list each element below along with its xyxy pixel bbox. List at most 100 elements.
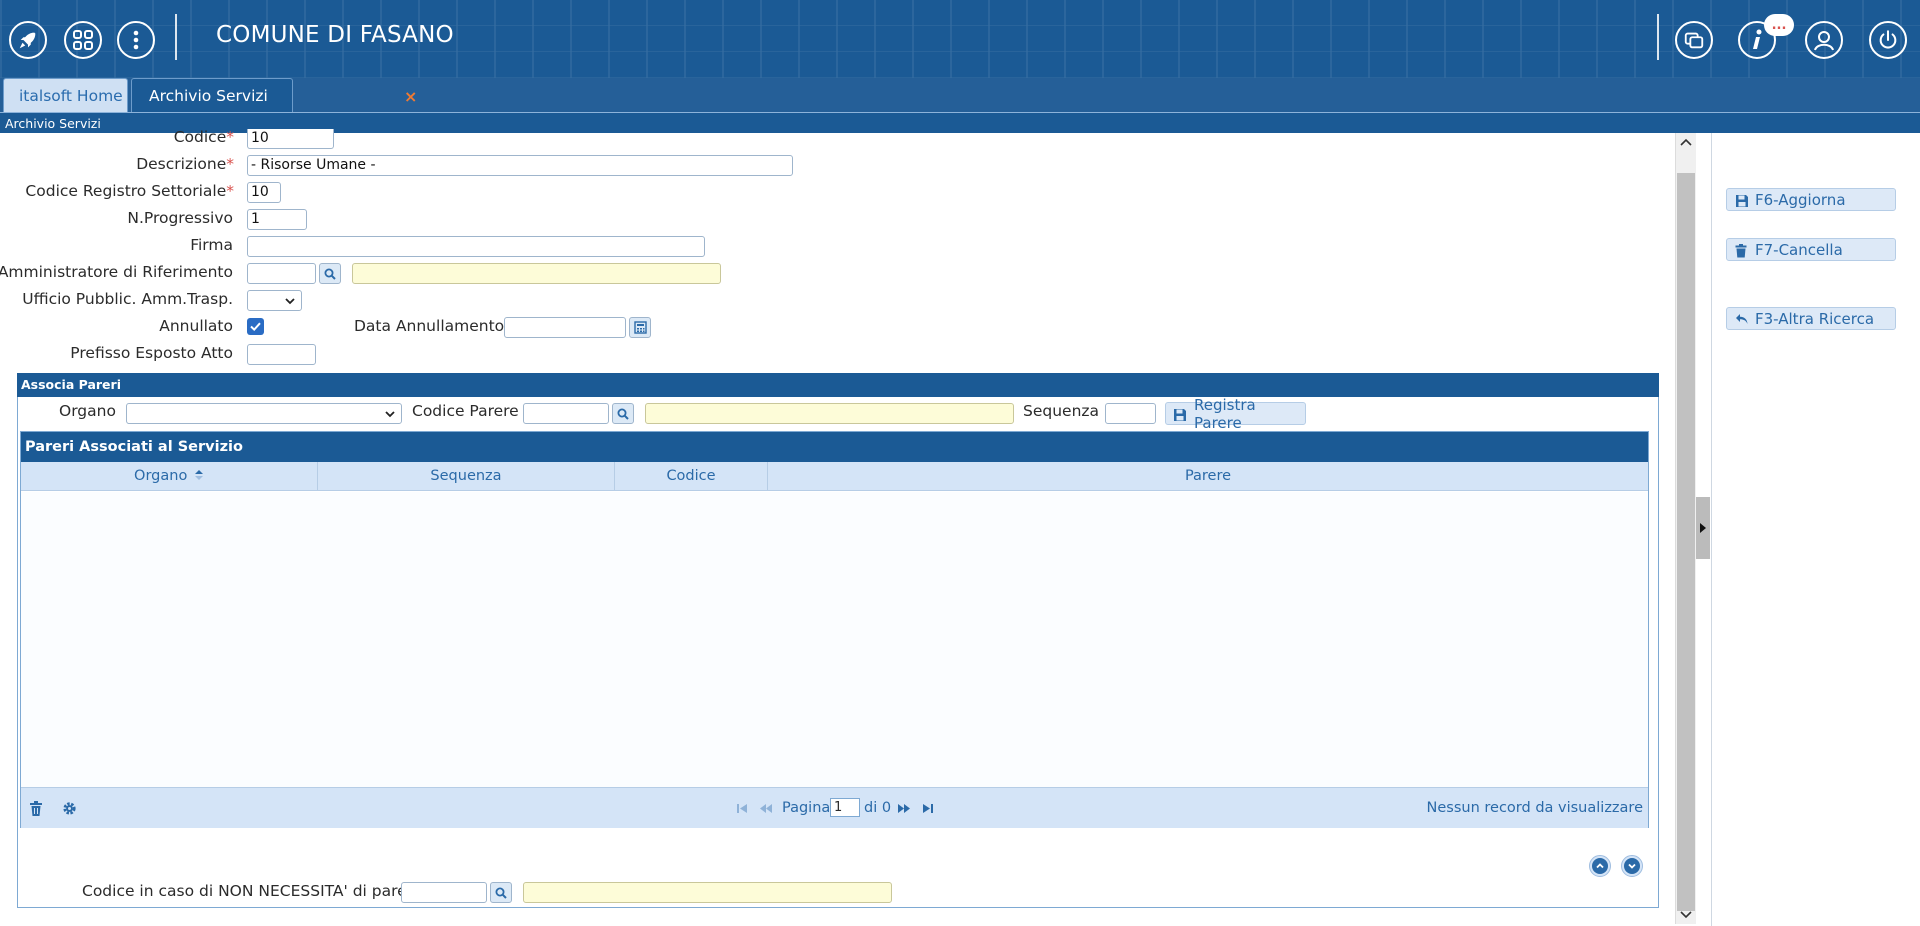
gear-icon[interactable] bbox=[62, 801, 77, 816]
search-icon bbox=[324, 268, 336, 280]
user-button[interactable] bbox=[1805, 21, 1843, 59]
column-header-codice[interactable]: Codice bbox=[615, 462, 768, 491]
column-header-organo[interactable]: Organo bbox=[21, 462, 318, 491]
sequenza-label: Sequenza bbox=[1023, 402, 1100, 420]
data-annullamento-field[interactable] bbox=[504, 317, 626, 338]
ufficio-label: Ufficio Pubblic. Amm.Trasp. bbox=[22, 290, 233, 308]
codice-registro-field[interactable]: 10 bbox=[247, 182, 281, 203]
aggiorna-button[interactable]: F6-Aggiorna bbox=[1726, 188, 1896, 211]
aggiorna-label: F6-Aggiorna bbox=[1755, 190, 1846, 209]
scroll-arrow-down-icon[interactable] bbox=[1680, 910, 1692, 920]
save-icon bbox=[1736, 195, 1748, 207]
amministratore-field[interactable] bbox=[247, 263, 316, 284]
search-icon bbox=[495, 887, 507, 899]
chevron-up-icon bbox=[1596, 863, 1604, 869]
windows-icon bbox=[1684, 32, 1704, 49]
more-menu-button[interactable] bbox=[117, 21, 155, 59]
rocket-button[interactable] bbox=[9, 21, 47, 59]
amministratore-label: Amministratore di Riferimento bbox=[0, 263, 233, 281]
sort-icon bbox=[194, 470, 203, 480]
top-bar: COMUNE DI FASANO ... bbox=[0, 0, 1920, 78]
non-necessita-field[interactable] bbox=[401, 882, 487, 903]
progressivo-field[interactable]: 1 bbox=[247, 209, 307, 230]
non-necessita-label: Codice in caso di NON NECESSITA' di pare… bbox=[82, 882, 423, 900]
grid-footer: Pagina 1 di 0 Nessun record da visualizz… bbox=[21, 787, 1648, 828]
first-page-icon[interactable] bbox=[736, 803, 748, 814]
next-page-icon[interactable] bbox=[897, 803, 911, 814]
required-mark: * bbox=[226, 128, 234, 146]
codice-parere-label: Codice Parere bbox=[412, 402, 519, 420]
last-page-icon[interactable] bbox=[922, 803, 934, 814]
grid-body bbox=[21, 492, 1648, 787]
codice-label: Codice* bbox=[173, 128, 234, 146]
windows-button[interactable] bbox=[1675, 21, 1713, 59]
column-header-parere[interactable]: Parere bbox=[768, 462, 1648, 491]
side-panel-handle[interactable] bbox=[1696, 497, 1710, 559]
data-annullamento-label: Data Annullamento bbox=[354, 317, 505, 335]
calculator-icon bbox=[633, 321, 647, 334]
sequenza-field[interactable] bbox=[1105, 403, 1156, 424]
user-icon bbox=[1814, 31, 1834, 51]
scrollbar-thumb[interactable] bbox=[1677, 173, 1695, 911]
organo-select[interactable] bbox=[126, 403, 402, 424]
app-title: COMUNE DI FASANO bbox=[216, 22, 454, 48]
prefisso-label: Prefisso Esposto Atto bbox=[70, 344, 233, 362]
annullato-checkbox[interactable] bbox=[247, 318, 264, 335]
scroll-arrow-up-icon[interactable] bbox=[1680, 137, 1692, 147]
header-divider-right bbox=[1657, 14, 1659, 60]
descrizione-field[interactable]: - Risorse Umane - bbox=[247, 155, 793, 176]
grid-header: Organo Sequenza Codice Parere bbox=[21, 462, 1648, 491]
annullato-label: Annullato bbox=[159, 317, 233, 335]
tab-archivio-servizi[interactable]: Archivio Servizi × bbox=[131, 78, 417, 112]
tab-label: italsoft Home bbox=[19, 86, 123, 105]
main-scrollbar[interactable] bbox=[1675, 133, 1696, 924]
tab-italsoft-home[interactable]: italsoft Home bbox=[3, 78, 128, 112]
altra-ricerca-label: F3-Altra Ricerca bbox=[1755, 309, 1875, 328]
chevron-down-icon bbox=[385, 411, 395, 418]
scroll-down-button[interactable] bbox=[1621, 855, 1643, 877]
firma-field[interactable] bbox=[247, 236, 705, 257]
ufficio-select[interactable] bbox=[247, 290, 302, 311]
apps-grid-icon bbox=[73, 30, 93, 50]
page-count: di 0 bbox=[864, 800, 892, 816]
rocket-icon bbox=[19, 32, 36, 49]
previous-page-icon[interactable] bbox=[759, 803, 773, 814]
non-necessita-description bbox=[523, 882, 892, 903]
scroll-up-button[interactable] bbox=[1589, 855, 1611, 877]
prefisso-field[interactable] bbox=[247, 344, 316, 365]
page-label: Pagina bbox=[782, 800, 831, 816]
descrizione-label: Descrizione* bbox=[136, 155, 234, 173]
codice-field[interactable]: 10 bbox=[247, 129, 334, 149]
registra-parere-button[interactable]: Registra Parere bbox=[1165, 396, 1306, 432]
empty-message: Nessun record da visualizzare bbox=[1426, 800, 1643, 816]
column-header-sequenza[interactable]: Sequenza bbox=[318, 462, 615, 491]
calendar-button[interactable] bbox=[629, 317, 651, 338]
undo-icon bbox=[1736, 314, 1748, 324]
cancella-button[interactable]: F7-Cancella bbox=[1726, 238, 1896, 261]
logout-button[interactable] bbox=[1869, 21, 1907, 59]
pareri-grid: Pareri Associati al Servizio Organo Sequ… bbox=[20, 431, 1649, 828]
apps-button[interactable] bbox=[64, 21, 102, 59]
progressivo-label: N.Progressivo bbox=[127, 209, 233, 227]
non-necessita-search-button[interactable] bbox=[490, 882, 512, 903]
power-icon bbox=[1879, 30, 1897, 49]
trash-icon bbox=[1735, 244, 1747, 258]
notification-badge[interactable]: ... bbox=[1764, 14, 1794, 36]
tab-close-icon[interactable]: × bbox=[404, 87, 417, 106]
required-mark: * bbox=[226, 155, 234, 173]
chevron-down-icon bbox=[1628, 863, 1636, 869]
grid-caption: Pareri Associati al Servizio bbox=[21, 432, 1648, 462]
page-number-input[interactable]: 1 bbox=[830, 798, 860, 817]
chevron-down-icon bbox=[285, 298, 295, 305]
delete-row-icon[interactable] bbox=[29, 801, 43, 817]
altra-ricerca-button[interactable]: F3-Altra Ricerca bbox=[1726, 307, 1896, 330]
firma-label: Firma bbox=[190, 236, 233, 254]
codice-parere-field[interactable] bbox=[523, 403, 609, 424]
amministratore-description bbox=[352, 263, 721, 284]
caret-right-icon bbox=[1700, 523, 1706, 533]
codice-registro-label: Codice Registro Settoriale* bbox=[25, 182, 234, 200]
amministratore-search-button[interactable] bbox=[319, 263, 341, 284]
tab-label: Archivio Servizi bbox=[149, 86, 268, 105]
codice-parere-search-button[interactable] bbox=[612, 403, 634, 424]
tab-bar: italsoft Home Archivio Servizi × bbox=[0, 78, 1920, 112]
